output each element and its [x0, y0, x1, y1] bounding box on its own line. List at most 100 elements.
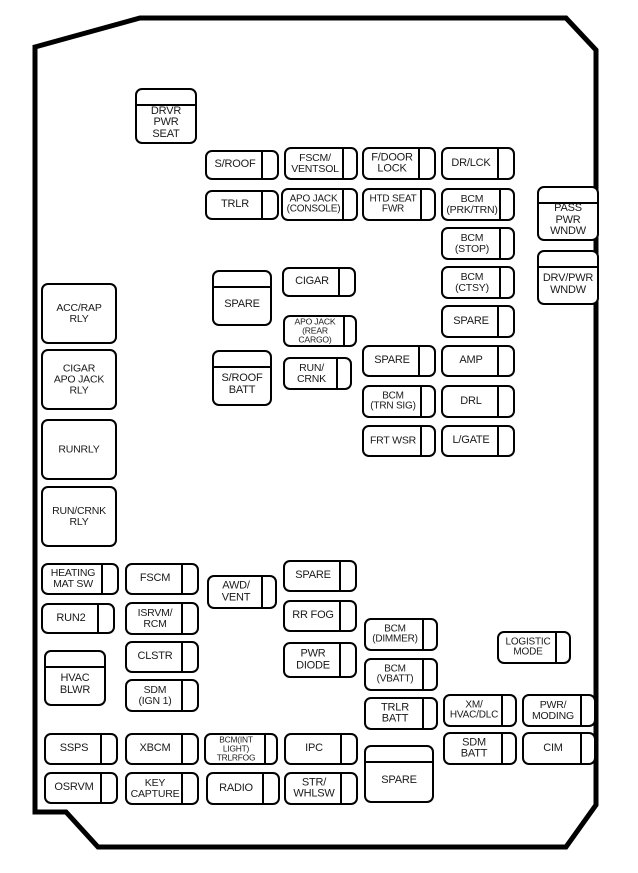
fuse-block-label: PASS PWR WNDW: [550, 202, 586, 238]
fuse-block-drv-pwr-wndw[interactable]: DRV/PWR WNDW: [537, 250, 599, 305]
fuse-block-sdm-batt[interactable]: SDM BATT: [443, 732, 517, 765]
fuse-block-bcm-trn-sig[interactable]: BCM (TRN SIG): [362, 385, 436, 418]
fuse-block-fscm[interactable]: FSCM: [125, 563, 199, 595]
fuse-block-apo-jack-rear[interactable]: APO JACK (REAR CARGO): [283, 315, 357, 347]
fuse-block-bcm-int-light[interactable]: BCM(INT LIGHT) TRLRFOG: [204, 733, 278, 765]
fuse-block-label: SSPS: [59, 742, 89, 755]
fuse-block-bcm-ctsy[interactable]: BCM (CTSY): [441, 266, 515, 299]
fuse-block-label: RADIO: [219, 781, 253, 794]
fuse-block-key-capture[interactable]: KEY CAPTURE: [125, 772, 199, 805]
fuse-block-label: SPARE: [453, 314, 489, 327]
fuse-block-label: RUNRLY: [58, 442, 100, 455]
fuse-block-hvac-blwr[interactable]: HVAC BLWR: [44, 650, 106, 706]
fuse-block-cigar[interactable]: CIGAR: [282, 267, 356, 297]
fuse-block-apo-jack-console[interactable]: APO JACK (CONSOLE): [281, 188, 358, 221]
fuse-block-label: AMP: [459, 354, 483, 367]
fuse-block-label: RR FOG: [292, 609, 334, 622]
fuse-block-cigar-apo-rly[interactable]: CIGAR APO JACK RLY: [41, 349, 117, 410]
fuse-block-label: STR/ WHLSW: [293, 775, 335, 800]
fuse-block-label: BCM (STOP): [454, 231, 490, 255]
fuse-block-drvr-pwr-seat[interactable]: DRVR PWR SEAT: [135, 88, 197, 144]
fuse-block-f-door-lock[interactable]: F/DOOR LOCK: [362, 147, 436, 180]
fuse-block-awd-vent[interactable]: AWD/ VENT: [207, 575, 277, 609]
fuse-block-spare-relay-2[interactable]: SPARE: [364, 745, 434, 803]
fuse-block-spare-fuse-3[interactable]: SPARE: [283, 560, 357, 592]
fuse-block-label: IPC: [305, 742, 323, 755]
fuse-block-label: ISRVM/ RCM: [137, 606, 173, 630]
fuse-block-label: L/GATE: [452, 434, 490, 447]
fuse-block-label: CIM: [543, 741, 563, 754]
fuse-block-bcm-dimmer[interactable]: BCM (DIMMER): [364, 618, 438, 651]
fuse-block-pass-pwr-wndw[interactable]: PASS PWR WNDW: [537, 186, 599, 241]
fuse-block-label: RUN2: [56, 611, 86, 624]
fuse-block-acc-rap-rly[interactable]: ACC/RAP RLY: [41, 283, 117, 344]
fuse-block-trlr-batt[interactable]: TRLR BATT: [364, 697, 438, 730]
fuse-block-label: DR/LCK: [451, 156, 491, 169]
fuse-block-label: APO JACK (CONSOLE): [286, 192, 341, 215]
fuse-block-s-roof-batt[interactable]: S/ROOF BATT: [212, 350, 272, 406]
fuse-block-sdm-ign1[interactable]: SDM (IGN 1): [125, 679, 199, 712]
fuse-block-label: SDM BATT: [460, 735, 488, 760]
fuse-block-amp[interactable]: AMP: [441, 345, 515, 377]
fuse-block-label: SPARE: [224, 298, 260, 311]
fuse-block-isrvm-rcm[interactable]: ISRVM/ RCM: [125, 602, 199, 635]
fuse-block-label: BCM(INT LIGHT) TRLRFOG: [216, 734, 256, 763]
fuse-block-label: HVAC BLWR: [59, 672, 91, 696]
fuse-block-label: BCM (VBATT): [376, 662, 414, 685]
fuse-block-bcm-prk-trn[interactable]: BCM (PRK/TRN): [441, 188, 515, 221]
fuse-box-diagram: DRVR PWR SEAT S/ROOF FSCM/ VENTSOL F/DOOR L…: [0, 0, 638, 873]
fuse-block-label: TRLR: [221, 198, 249, 211]
fuse-block-run2[interactable]: RUN2: [41, 603, 115, 634]
fuse-block-label: BCM (DIMMER): [372, 622, 418, 645]
fuse-block-run-crnk-rly[interactable]: RUN/CRNK RLY: [41, 486, 117, 547]
fuse-block-s-roof[interactable]: S/ROOF: [205, 150, 279, 180]
fuse-block-bcm-vbatt[interactable]: BCM (VBATT): [364, 658, 438, 691]
fuse-block-spare-relay-1[interactable]: SPARE: [212, 270, 272, 326]
fuse-block-pwr-diode[interactable]: PWR DIODE: [283, 642, 357, 678]
fuse-block-label: FSCM/ VENTSOL: [291, 151, 339, 175]
fuse-block-label: FSCM: [139, 572, 171, 585]
fuse-block-label: BCM (PRK/TRN): [446, 192, 498, 216]
fuse-block-frt-wsr[interactable]: FRT WSR: [362, 425, 436, 457]
fuse-block-label: SDM (IGN 1): [138, 683, 172, 707]
fuse-block-label: AWD/ VENT: [221, 579, 251, 603]
fuse-block-label: DRVR PWR SEAT: [150, 104, 182, 140]
fuse-block-run-crnk[interactable]: RUN/ CRNK: [283, 357, 352, 390]
fuse-block-str-whlsw[interactable]: STR/ WHLSW: [284, 772, 358, 805]
fuse-block-xm-hvac-dlc[interactable]: XM/ HVAC/DLC: [443, 694, 517, 727]
fuse-block-pwr-moding[interactable]: PWR/ MODING: [522, 694, 596, 727]
fuse-block-rr-fog[interactable]: RR FOG: [283, 600, 357, 632]
fuse-block-label: CIGAR APO JACK RLY: [53, 361, 105, 397]
fuse-block-trlr[interactable]: TRLR: [205, 190, 279, 220]
fuse-block-label: ACC/RAP RLY: [56, 301, 102, 325]
fuse-block-clstr[interactable]: CLSTR: [125, 641, 199, 673]
fuse-block-drl[interactable]: DRL: [441, 385, 515, 418]
fuse-block-label: TRLR BATT: [381, 700, 409, 725]
fuse-block-ssps[interactable]: SSPS: [44, 733, 118, 765]
fuse-block-label: RUN/CRNK RLY: [52, 504, 106, 528]
fuse-block-label: APO JACK (REAR CARGO): [294, 316, 336, 345]
fuse-block-label: HTD SEAT FWR: [369, 192, 417, 215]
fuse-block-xbcm[interactable]: XBCM: [125, 733, 199, 765]
fuse-block-runrly[interactable]: RUNRLY: [41, 419, 117, 480]
fuse-block-label: F/DOOR LOCK: [371, 150, 413, 175]
fuse-block-fscm-ventsol[interactable]: FSCM/ VENTSOL: [284, 147, 358, 180]
fuse-block-label: PWR DIODE: [296, 647, 330, 671]
fuse-block-logistic-mode[interactable]: LOGISTIC MODE: [497, 631, 571, 664]
fuse-block-osrvm[interactable]: OSRVM: [44, 772, 118, 804]
fuse-block-radio[interactable]: RADIO: [206, 772, 280, 805]
fuse-block-label: SPARE: [381, 774, 417, 787]
fuse-block-spare-fuse-2[interactable]: SPARE: [362, 345, 436, 377]
fuse-block-ipc[interactable]: IPC: [284, 733, 358, 765]
fuse-block-label: S/ROOF: [214, 158, 256, 171]
fuse-block-l-gate[interactable]: L/GATE: [441, 425, 515, 457]
fuse-block-label: OSRVM: [54, 781, 94, 794]
fuse-block-label: BCM (CTSY): [455, 270, 489, 294]
fuse-block-htd-seat-fwr[interactable]: HTD SEAT FWR: [362, 188, 436, 221]
fuse-block-cim[interactable]: CIM: [522, 732, 596, 765]
fuse-block-label: LOGISTIC MODE: [505, 635, 551, 658]
fuse-block-bcm-stop[interactable]: BCM (STOP): [441, 227, 515, 260]
fuse-block-heating-mat-sw[interactable]: HEATING MAT SW: [41, 563, 119, 595]
fuse-block-spare-fuse-1[interactable]: SPARE: [441, 305, 515, 338]
fuse-block-dr-lck[interactable]: DR/LCK: [441, 147, 515, 180]
